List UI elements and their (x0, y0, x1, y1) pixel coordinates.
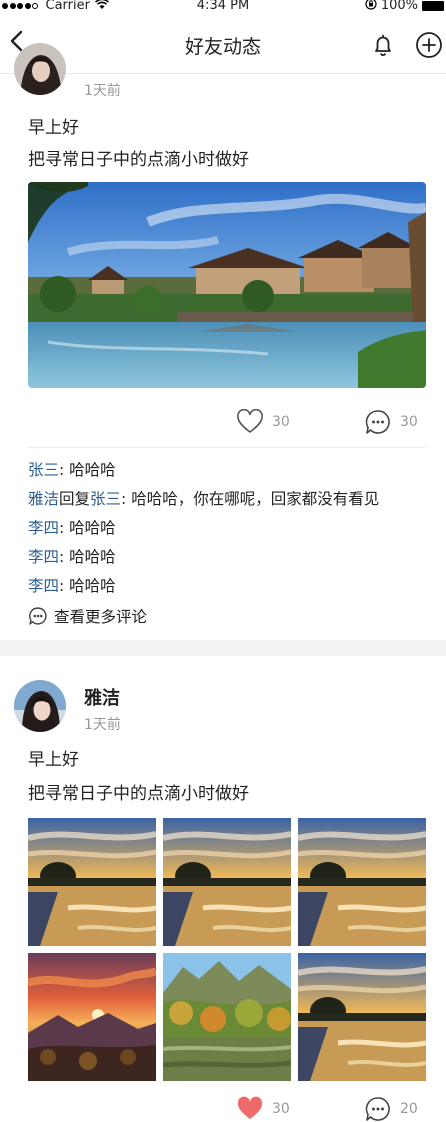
comment-bubble-icon (29, 606, 47, 625)
add-circle-icon[interactable] (414, 30, 444, 60)
comment-separator: : (59, 519, 70, 537)
commenter-name[interactable]: 张三 (28, 461, 59, 479)
comment-button[interactable]: 20 (364, 1095, 418, 1122)
comment-item[interactable]: 张三: 哈哈哈 (28, 456, 379, 485)
post-timestamp: 1天前 (84, 717, 121, 733)
comment-separator: : (59, 461, 70, 479)
like-button[interactable]: 30 (236, 409, 290, 435)
comment-item[interactable]: 李四: 哈哈哈 (28, 572, 379, 601)
comment-item[interactable]: 李四: 哈哈哈 (28, 514, 379, 543)
comment-bubble-icon (365, 410, 390, 434)
post-photo[interactable] (28, 182, 426, 388)
divider (28, 447, 426, 448)
post-photo[interactable] (28, 818, 156, 946)
view-more-comments-link[interactable]: 查看更多评论 (28, 601, 379, 630)
comment-separator: : (121, 490, 132, 508)
section-divider (0, 640, 446, 656)
post-photo[interactable] (298, 818, 426, 946)
heart-outline-icon (237, 409, 263, 433)
comment-item[interactable]: 李四: 哈哈哈 (28, 543, 379, 572)
comment-bubble-icon (365, 1097, 390, 1121)
comment-item[interactable]: 雅洁回复张三: 哈哈哈，你在哪呢，回家都没有看见 (28, 485, 379, 514)
like-count: 30 (272, 1101, 290, 1117)
comment-count: 20 (400, 1101, 418, 1117)
view-more-comments-label: 查看更多评论 (54, 607, 148, 626)
commenter-name[interactable]: 李四 (28, 577, 59, 595)
reply-word: 回复 (59, 490, 91, 508)
comment-text: 哈哈哈 (69, 461, 116, 479)
bell-icon[interactable] (368, 30, 398, 60)
reply-target-name[interactable]: 张三 (90, 490, 121, 508)
heart-filled-icon (237, 1096, 263, 1119)
comment-text: 哈哈哈 (69, 548, 116, 566)
post-photo[interactable] (298, 953, 426, 1081)
comment-list: 张三: 哈哈哈 雅洁回复张三: 哈哈哈，你在哪呢，回家都没有看见 李四: 哈哈哈… (28, 456, 379, 630)
navigation-bar: 好友动态 (0, 14, 446, 74)
commenter-name[interactable]: 雅洁 (28, 490, 59, 508)
author-name[interactable]: 雅洁 (84, 684, 120, 710)
comment-count: 30 (400, 414, 418, 430)
feed-post: 1天前 早上好 把寻常日子中的点滴小时做好 30 30 张三: 哈哈哈 雅洁回复… (0, 43, 446, 640)
post-photo-grid (28, 818, 426, 1081)
post-text-line: 把寻常日子中的点滴小时做好 (28, 784, 249, 804)
commenter-name[interactable]: 李四 (28, 548, 59, 566)
post-text-line: 把寻常日子中的点滴小时做好 (28, 150, 249, 170)
comment-text: 哈哈哈 (69, 577, 116, 595)
comment-button[interactable]: 30 (364, 408, 418, 436)
comment-separator: : (59, 577, 70, 595)
post-photo[interactable] (163, 818, 291, 946)
post-photo[interactable] (163, 953, 291, 1081)
status-bar: Carrier 4:34 PM 100% (0, 0, 446, 14)
like-button[interactable]: 30 (236, 1096, 290, 1122)
battery-icon (422, 0, 444, 11)
comment-text: 哈哈哈 (69, 519, 116, 537)
avatar[interactable] (14, 43, 66, 95)
post-timestamp: 1天前 (84, 83, 121, 99)
comment-separator: : (59, 548, 70, 566)
commenter-name[interactable]: 李四 (28, 519, 59, 537)
comment-text: 哈哈哈，你在哪呢，回家都没有看见 (131, 490, 380, 508)
post-photo[interactable] (28, 953, 156, 1081)
battery-percent: 100% (380, 0, 418, 13)
avatar[interactable] (14, 680, 66, 732)
orientation-lock-icon (365, 0, 377, 13)
post-text-line: 早上好 (28, 750, 79, 770)
like-count: 30 (272, 414, 290, 430)
post-text-line: 早上好 (28, 118, 79, 138)
